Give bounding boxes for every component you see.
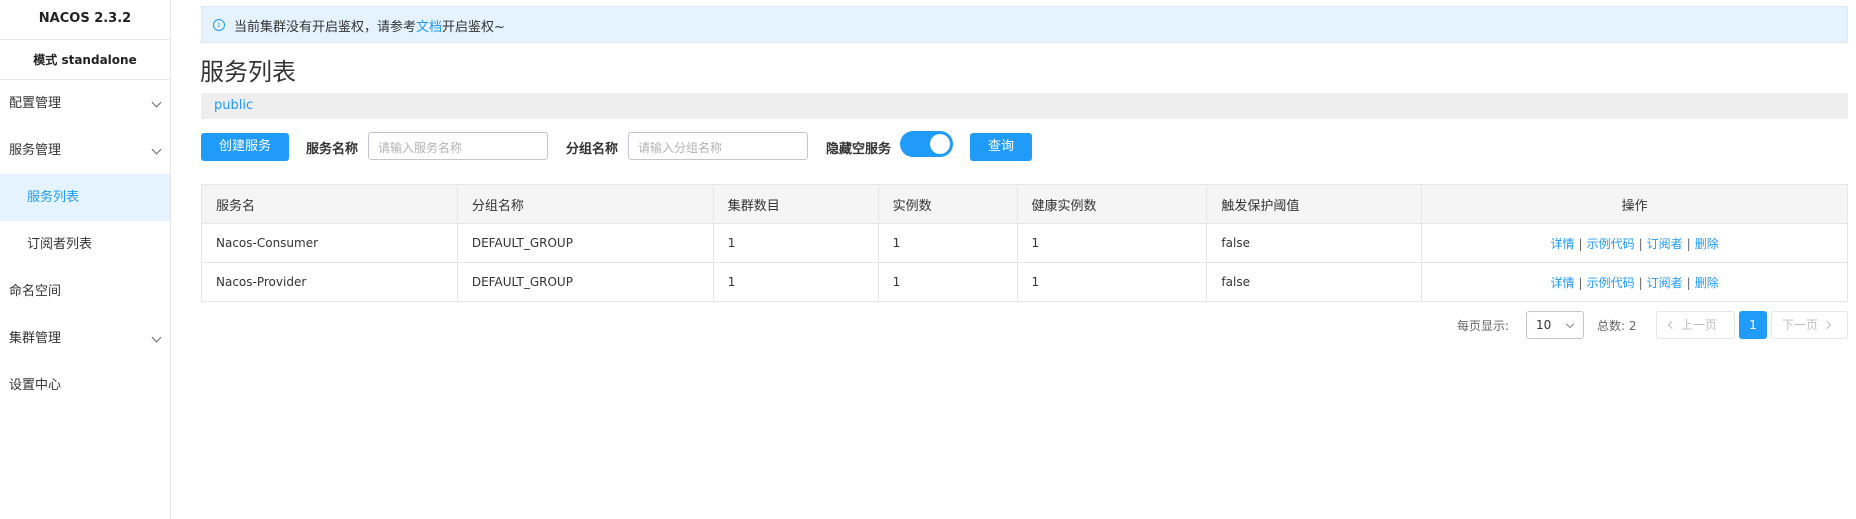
prev-page-button[interactable]: 上一页 xyxy=(1656,311,1735,339)
service-name-input[interactable]: 请输入服务名称 xyxy=(368,132,548,160)
query-button[interactable]: 查询 xyxy=(970,133,1032,161)
sidebar-item-label: 设置中心 xyxy=(9,378,62,393)
prev-page-label: 上一页 xyxy=(1681,318,1718,332)
cell-service-name: Nacos-Provider xyxy=(201,262,458,302)
sidebar-item-label: 服务列表 xyxy=(27,190,80,205)
separator: | xyxy=(1686,275,1691,290)
cell-healthy-count: 1 xyxy=(1016,262,1208,302)
chevron-left-icon xyxy=(1667,320,1677,330)
sample-code-link[interactable]: 示例代码 xyxy=(1587,237,1635,251)
page-1-button[interactable]: 1 xyxy=(1739,311,1767,339)
sidebar-item-settings[interactable]: 设置中心 xyxy=(0,362,170,409)
column-header: 实例数 xyxy=(877,184,1018,224)
cell-actions: 详情 | 示例代码 | 订阅者 | 删除 xyxy=(1421,223,1848,263)
separator: | xyxy=(1578,236,1583,251)
mode-label: 模式 standalone xyxy=(0,40,170,80)
column-header: 健康实例数 xyxy=(1016,184,1208,224)
notice-text-after: 开启鉴权~ xyxy=(442,20,505,35)
sample-code-link[interactable]: 示例代码 xyxy=(1587,276,1635,290)
chevron-down-icon xyxy=(1565,319,1575,329)
subscriber-link[interactable]: 订阅者 xyxy=(1647,237,1683,251)
group-name-placeholder: 请输入分组名称 xyxy=(638,141,723,155)
cell-actions: 详情 | 示例代码 | 订阅者 | 删除 xyxy=(1421,262,1848,302)
namespace-public[interactable]: public xyxy=(214,98,253,113)
brand-title: NACOS 2.3.2 xyxy=(0,0,170,40)
hide-empty-toggle[interactable] xyxy=(900,131,953,157)
auth-notice: i 当前集群没有开启鉴权，请参考文档开启鉴权~ xyxy=(201,6,1848,43)
service-name-label: 服务名称 xyxy=(306,142,359,157)
column-header: 分组名称 xyxy=(456,184,714,224)
chevron-down-icon xyxy=(151,332,162,343)
toggle-knob xyxy=(930,134,950,154)
namespace-bar: public xyxy=(201,93,1848,119)
delete-link[interactable]: 删除 xyxy=(1695,237,1719,251)
cell-group-name: DEFAULT_GROUP xyxy=(456,262,714,302)
cell-healthy-count: 1 xyxy=(1016,223,1208,263)
notice-text-before: 当前集群没有开启鉴权，请参考 xyxy=(234,20,417,35)
sidebar-item-service-management[interactable]: 服务管理 xyxy=(0,127,170,174)
page-size-label: 每页显示: xyxy=(1457,319,1510,333)
chevron-right-icon xyxy=(1822,320,1832,330)
separator: | xyxy=(1578,275,1583,290)
chevron-down-icon xyxy=(151,144,162,155)
cell-protect-threshold: false xyxy=(1206,223,1423,263)
page-size-value: 10 xyxy=(1536,318,1552,332)
docs-link[interactable]: 文档 xyxy=(416,20,442,35)
total-count: 总数: 2 xyxy=(1597,319,1637,333)
sidebar-item-subscriber-list[interactable]: 订阅者列表 xyxy=(0,221,170,268)
cell-instance-count: 1 xyxy=(877,262,1018,302)
sidebar-item-config-management[interactable]: 配置管理 xyxy=(0,80,170,127)
table-header-row: 服务名 分组名称 集群数目 实例数 健康实例数 触发保护阈值 操作 xyxy=(201,184,1848,224)
column-header: 操作 xyxy=(1421,184,1848,224)
sidebar-item-namespace[interactable]: 命名空间 xyxy=(0,268,170,315)
page-title: 服务列表 xyxy=(200,58,296,86)
service-table: 服务名 分组名称 集群数目 实例数 健康实例数 触发保护阈值 操作 Nacos-… xyxy=(201,184,1848,302)
column-header: 集群数目 xyxy=(712,184,879,224)
separator: | xyxy=(1686,236,1691,251)
sidebar-item-label: 命名空间 xyxy=(9,284,62,299)
cell-protect-threshold: false xyxy=(1206,262,1423,302)
column-header: 服务名 xyxy=(201,184,458,224)
detail-link[interactable]: 详情 xyxy=(1551,237,1575,251)
delete-link[interactable]: 删除 xyxy=(1695,276,1719,290)
sidebar-item-label: 配置管理 xyxy=(9,96,62,111)
cell-cluster-count: 1 xyxy=(712,262,879,302)
create-service-button[interactable]: 创建服务 xyxy=(201,133,289,161)
cell-cluster-count: 1 xyxy=(712,223,879,263)
next-page-button[interactable]: 下一页 xyxy=(1771,311,1848,339)
group-name-input[interactable]: 请输入分组名称 xyxy=(628,132,808,160)
sidebar-item-label: 订阅者列表 xyxy=(27,237,93,252)
detail-link[interactable]: 详情 xyxy=(1551,276,1575,290)
notice-text: 当前集群没有开启鉴权，请参考文档开启鉴权~ xyxy=(234,16,505,35)
group-name-label: 分组名称 xyxy=(566,142,619,157)
table-row: Nacos-Provider DEFAULT_GROUP 1 1 1 false… xyxy=(201,262,1848,302)
chevron-down-icon xyxy=(151,97,162,108)
cell-service-name: Nacos-Consumer xyxy=(201,223,458,263)
sidebar-item-cluster-management[interactable]: 集群管理 xyxy=(0,315,170,362)
hide-empty-label: 隐藏空服务 xyxy=(826,142,892,157)
sidebar-item-label: 集群管理 xyxy=(9,331,62,346)
table-row: Nacos-Consumer DEFAULT_GROUP 1 1 1 false… xyxy=(201,223,1848,263)
sidebar: NACOS 2.3.2 模式 standalone 配置管理 服务管理 服务列表… xyxy=(0,0,171,519)
separator: | xyxy=(1638,275,1643,290)
service-name-placeholder: 请输入服务名称 xyxy=(378,141,463,155)
sidebar-item-label: 服务管理 xyxy=(9,143,62,158)
page-size-select[interactable]: 10 xyxy=(1526,311,1584,339)
sidebar-item-service-list[interactable]: 服务列表 xyxy=(0,174,170,221)
info-icon: i xyxy=(213,19,225,31)
cell-group-name: DEFAULT_GROUP xyxy=(456,223,714,263)
next-page-label: 下一页 xyxy=(1782,318,1819,332)
subscriber-link[interactable]: 订阅者 xyxy=(1647,276,1683,290)
column-header: 触发保护阈值 xyxy=(1206,184,1423,224)
cell-instance-count: 1 xyxy=(877,223,1018,263)
separator: | xyxy=(1638,236,1643,251)
